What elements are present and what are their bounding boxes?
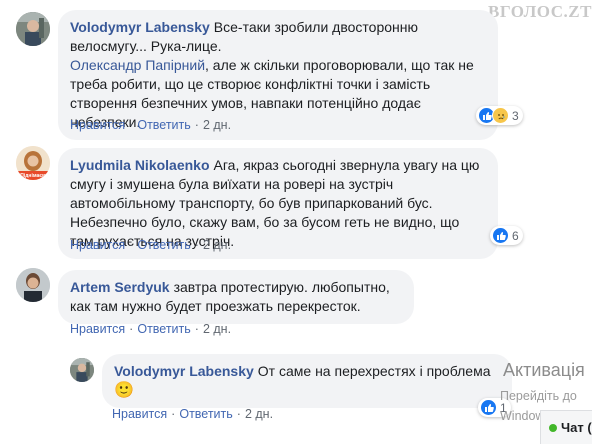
reaction-count: 6 (512, 228, 519, 243)
avatar[interactable] (70, 358, 94, 382)
separator: · (194, 118, 199, 132)
avatar-label: Пiднiмаєм (20, 173, 46, 179)
comment-time[interactable]: 2 дн. (203, 118, 231, 132)
comment-actions: Нравится · Ответить · 2 дн. (70, 118, 231, 132)
reply-link[interactable]: Ответить (137, 118, 190, 132)
reply-bubble: Volodymyr Labensky От саме на перехрестях… (102, 354, 512, 408)
comment-actions: Нравится · Ответить · 2 дн. (70, 238, 231, 252)
comment-author[interactable]: Volodymyr Labensky (114, 363, 254, 379)
like-icon (480, 399, 497, 416)
reply-link[interactable]: Ответить (137, 238, 190, 252)
like-icon (492, 227, 509, 244)
separator: · (171, 407, 176, 421)
comment-author[interactable]: Artem Serdyuk (70, 279, 170, 295)
windows-activation-line: Перейдіть до (500, 389, 577, 403)
separator: · (129, 238, 134, 252)
separator: · (236, 407, 241, 421)
chat-label: Чат ( (561, 420, 592, 435)
smile-emoji: 🙂 (114, 382, 134, 399)
online-status-icon (549, 423, 557, 432)
like-link[interactable]: Нравится (70, 238, 125, 252)
like-link[interactable]: Нравится (70, 118, 125, 132)
sad-icon (492, 107, 509, 124)
separator: · (129, 118, 134, 132)
separator: · (194, 322, 199, 336)
avatar[interactable]: Пiднiмаєм (16, 146, 50, 180)
reply-link[interactable]: Ответить (179, 407, 232, 421)
comment-author[interactable]: Lyudmila Nikolaenko (70, 157, 210, 173)
comment-text: От саме на перехрестях і проблема (257, 363, 491, 379)
avatar[interactable] (16, 12, 50, 46)
comment-time[interactable]: 2 дн. (203, 322, 231, 336)
chat-bar[interactable]: Чат ( (540, 410, 592, 444)
avatar[interactable] (16, 268, 50, 302)
like-link[interactable]: Нравится (112, 407, 167, 421)
comment-author[interactable]: Volodymyr Labensky (70, 19, 210, 35)
comment-actions: Нравится · Ответить · 2 дн. (112, 407, 273, 421)
comment-actions: Нравится · Ответить · 2 дн. (70, 322, 231, 336)
reactions-summary[interactable]: 3 (476, 106, 523, 125)
comment-bubble: Artem Serdyuk завтра протестирую. любопыт… (58, 270, 414, 324)
reaction-count: 3 (512, 108, 519, 123)
mention-link[interactable]: Олександр Папірний (70, 57, 205, 73)
windows-activation-title: Активація (503, 360, 585, 380)
reactions-summary[interactable]: 6 (490, 226, 523, 245)
comment-time[interactable]: 2 дн. (203, 238, 231, 252)
separator: · (129, 322, 134, 336)
site-watermark: ВГОЛОС.ZT (488, 2, 592, 21)
separator: · (194, 238, 199, 252)
reply-link[interactable]: Ответить (137, 322, 190, 336)
comment-time[interactable]: 2 дн. (245, 407, 273, 421)
like-link[interactable]: Нравится (70, 322, 125, 336)
